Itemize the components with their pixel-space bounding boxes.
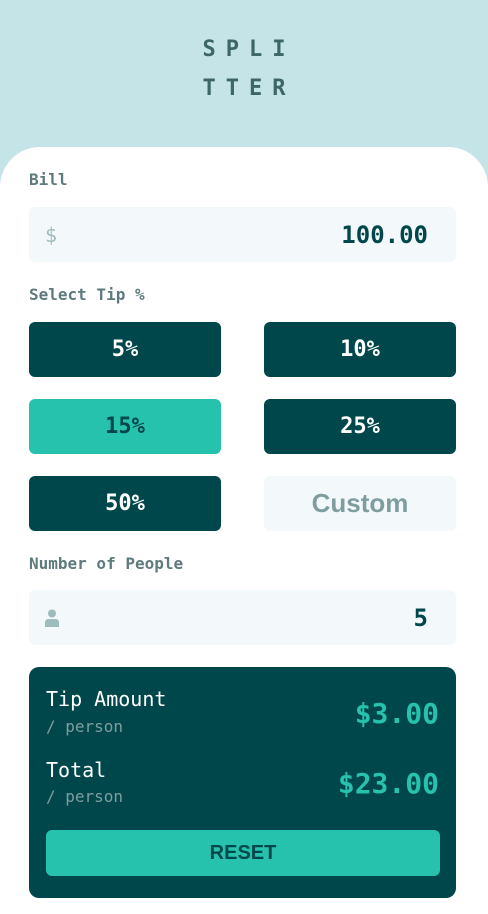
tip-amount-per-person: / person xyxy=(46,717,124,736)
total-per-person: / person xyxy=(46,787,124,806)
bill-input-value: 100.00 xyxy=(341,220,428,249)
reset-button[interactable]: RESET xyxy=(46,830,440,876)
people-input-value: 5 xyxy=(413,603,428,632)
logo-line-1: SPLI xyxy=(202,37,296,62)
dollar-icon: $ xyxy=(45,222,58,247)
tip-50-button[interactable]: 50% xyxy=(29,476,221,531)
app-logo: SPLI TTER xyxy=(0,30,488,108)
tip-10-button[interactable]: 10% xyxy=(264,322,456,377)
tip-amount-title: Tip Amount xyxy=(46,687,167,711)
result-panel: Tip Amount / person $3.00 Total / person… xyxy=(29,667,456,898)
tip-15-button[interactable]: 15% xyxy=(29,399,221,454)
people-label: Number of People xyxy=(29,554,184,573)
custom-tip-input[interactable]: Custom xyxy=(264,476,456,531)
tip-25-button[interactable]: 25% xyxy=(264,399,456,454)
bill-label: Bill xyxy=(29,170,68,189)
logo-line-2: TTER xyxy=(202,76,296,101)
select-tip-label: Select Tip % xyxy=(29,285,145,304)
tip-5-button[interactable]: 5% xyxy=(29,322,221,377)
bill-input[interactable]: $ 100.00 xyxy=(29,207,456,262)
total-title: Total xyxy=(46,758,107,782)
total-value: $23.00 xyxy=(337,767,439,800)
people-input[interactable]: 5 xyxy=(29,590,456,645)
person-icon xyxy=(45,590,59,645)
tip-amount-value: $3.00 xyxy=(354,697,439,730)
